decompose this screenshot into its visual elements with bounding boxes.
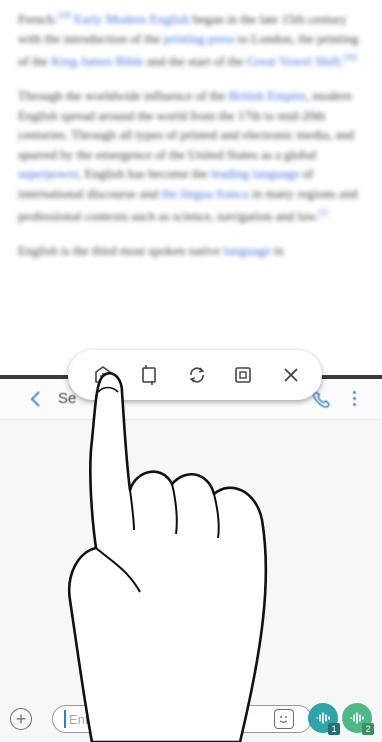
article-paragraph-2: Through the worldwide influence of the B… <box>18 88 358 224</box>
add-to-apps-edge-icon <box>95 366 111 383</box>
window-options-toolbar <box>68 350 322 400</box>
rotate-button[interactable] <box>182 360 212 390</box>
article-paragraph-1: French.[19] Early Modern English began i… <box>18 11 359 69</box>
article-link[interactable]: the lingua franca <box>161 186 248 201</box>
bottom-app-window[interactable]: Se + 1 2 <box>0 379 382 742</box>
article-link[interactable]: Early Modern English <box>74 11 190 26</box>
article-link[interactable]: King James Bible <box>51 54 143 69</box>
article-link[interactable]: language <box>223 243 270 258</box>
resize-window-button[interactable] <box>228 360 258 390</box>
article-link[interactable]: printing press <box>164 31 235 46</box>
article-link[interactable]: Great Vowel Shift <box>247 54 340 69</box>
switch-windows-icon <box>142 365 156 385</box>
article-content: French.[19] Early Modern English began i… <box>18 6 364 275</box>
add-attachment-button[interactable]: + <box>10 708 32 730</box>
article-link[interactable]: leading language <box>211 166 299 181</box>
article-paragraph-3: English is the third most spoken native … <box>18 242 284 258</box>
rotate-icon <box>189 367 205 383</box>
close-button[interactable] <box>276 360 306 390</box>
add-app-pair-button[interactable] <box>88 360 118 390</box>
resize-window-icon <box>235 367 251 383</box>
send-sim2-button[interactable]: 2 <box>342 703 374 735</box>
sticker-icon[interactable] <box>274 709 294 729</box>
message-composer: + 1 2 <box>0 697 382 742</box>
top-app-window[interactable]: French.[19] Early Modern English began i… <box>0 0 382 375</box>
article-link[interactable]: British Empire <box>229 88 306 103</box>
sim1-badge: 1 <box>328 723 340 735</box>
more-options-icon[interactable] <box>350 391 358 409</box>
citation-link[interactable]: [19] <box>57 11 70 20</box>
contact-name: Se <box>58 390 77 407</box>
close-icon <box>284 368 298 382</box>
back-arrow-icon[interactable] <box>28 389 44 409</box>
article-link[interactable]: superpower <box>18 166 78 181</box>
sim2-badge: 2 <box>362 723 374 735</box>
switch-windows-button[interactable] <box>134 360 164 390</box>
citation-link[interactable]: [20] <box>344 53 357 62</box>
text-cursor <box>64 710 66 728</box>
message-input[interactable] <box>52 705 312 733</box>
send-sim1-button[interactable]: 1 <box>308 703 340 735</box>
citation-link[interactable]: [5] <box>319 208 328 217</box>
